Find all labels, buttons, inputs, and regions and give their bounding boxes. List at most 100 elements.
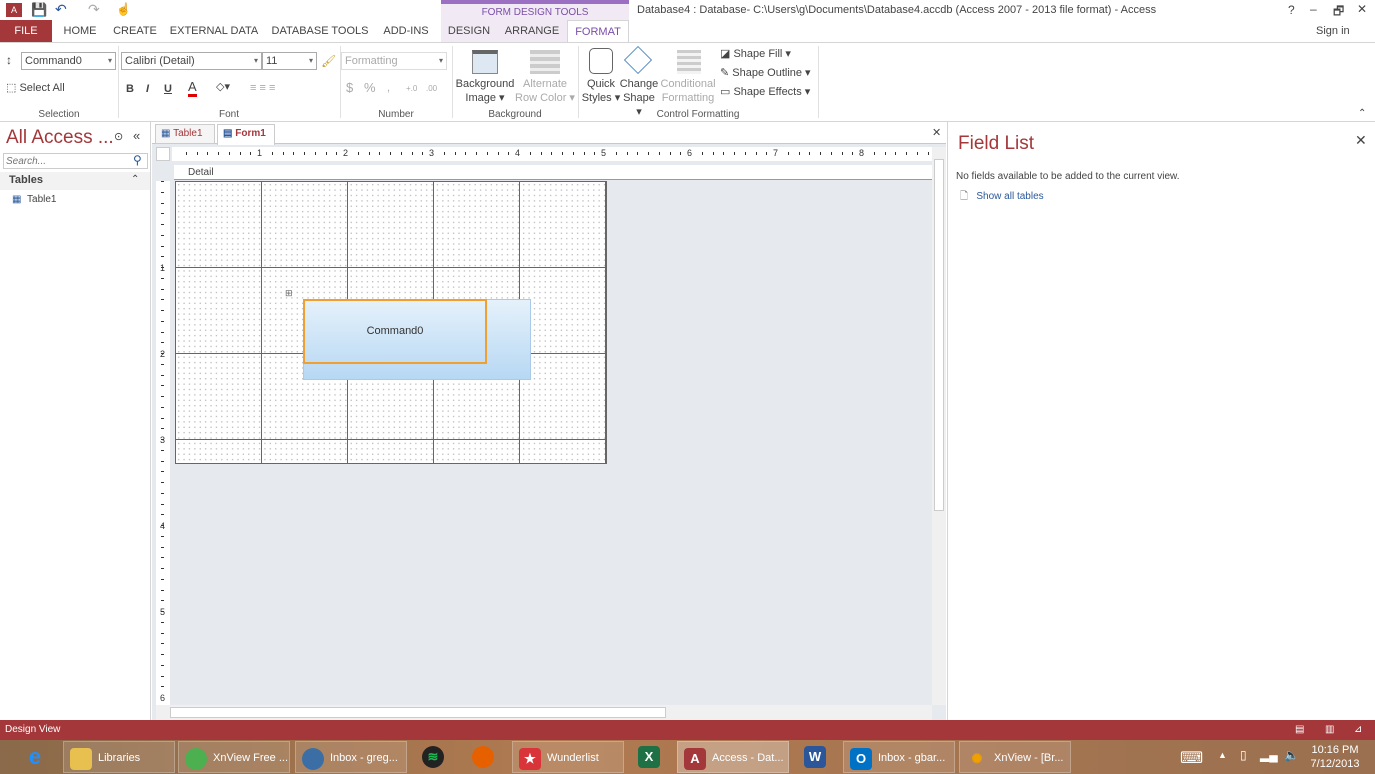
ruler-tick xyxy=(161,600,164,602)
currency-button[interactable]: $ xyxy=(346,81,353,95)
vertical-scrollbar[interactable] xyxy=(932,147,946,705)
keyboard-icon[interactable]: ⌨ xyxy=(1180,748,1203,768)
tab-database-tools[interactable]: DATABASE TOOLS xyxy=(268,20,372,42)
minimize-button[interactable]: – xyxy=(1310,2,1317,16)
label: Show all tables xyxy=(976,191,1044,202)
search-icon[interactable]: ⚲ xyxy=(133,153,142,167)
taskbar-outlook[interactable]: O Inbox - gbar... xyxy=(843,741,955,773)
tab-create[interactable]: CREATE xyxy=(110,20,160,42)
label: Table1 xyxy=(27,194,57,205)
taskbar-wunderlist[interactable]: ★ Wunderlist xyxy=(512,741,624,773)
firefox-icon[interactable] xyxy=(472,746,494,768)
detail-section-bar[interactable]: Detail xyxy=(174,165,932,180)
nav-title[interactable]: All Access ... xyxy=(6,127,114,149)
form-icon: ▤ xyxy=(223,128,233,139)
object-select[interactable]: Command0 xyxy=(21,52,116,70)
nav-menu-icon[interactable]: ⊙ xyxy=(114,130,123,143)
scroll-thumb[interactable] xyxy=(934,159,944,511)
internet-explorer-icon[interactable]: e xyxy=(24,746,46,768)
italic-button[interactable]: I xyxy=(146,82,149,96)
touch-mode-icon[interactable]: ☝ xyxy=(116,2,131,16)
save-icon[interactable]: 💾 xyxy=(31,2,47,18)
comma-button[interactable]: , xyxy=(387,81,390,95)
underline-button[interactable]: U xyxy=(164,82,172,96)
horizontal-ruler[interactable]: 1 2 3 4 5 6 7 8 xyxy=(172,147,1112,161)
taskbar: e Libraries XnView Free ... Inbox - greg… xyxy=(0,740,1375,774)
doc-tab-form1[interactable]: ▤ Form1 xyxy=(217,124,275,145)
ruler-label: 8 xyxy=(859,148,865,158)
conditional-formatting-button[interactable]: Conditional Formatting xyxy=(659,77,717,105)
tab-design[interactable]: DESIGN xyxy=(444,20,494,42)
close-document-icon[interactable]: ✕ xyxy=(932,126,941,139)
ruler-tick xyxy=(734,152,735,155)
align-icons[interactable]: ≡ ≡ ≡ xyxy=(250,81,275,95)
quick-styles-button[interactable]: Quick Styles ▾ xyxy=(580,77,622,105)
ruler-tick xyxy=(161,589,164,591)
format-select[interactable]: Formatting xyxy=(341,52,447,70)
clock[interactable]: 10:16 PM 7/12/2013 xyxy=(1305,743,1365,771)
nav-search-input[interactable] xyxy=(3,153,148,169)
scroll-thumb[interactable] xyxy=(170,707,666,718)
alternate-row-color-button[interactable]: Alternate Row Color ▾ xyxy=(514,77,576,105)
collapse-ribbon-icon[interactable]: ⌃ xyxy=(1358,108,1366,119)
taskbar-xnview[interactable]: ✺ XnView - [Br... xyxy=(959,741,1071,773)
undo-icon[interactable]: ↶ xyxy=(55,1,67,18)
help-button[interactable]: ? xyxy=(1288,3,1295,17)
doc-tab-table1[interactable]: ▦ Table1 xyxy=(155,124,215,144)
layout-view-icon[interactable]: ▥ xyxy=(1325,720,1334,740)
bold-button[interactable]: B xyxy=(126,82,134,96)
tab-add-ins[interactable]: ADD-INS xyxy=(378,20,434,42)
font-color-button[interactable]: A xyxy=(188,80,197,97)
spotify-icon[interactable]: ≋ xyxy=(422,746,444,768)
nav-section-header[interactable]: Tables ⌃ xyxy=(0,172,150,190)
close-button[interactable]: ✕ xyxy=(1357,2,1367,16)
volume-icon[interactable]: 🔈 xyxy=(1284,748,1299,762)
taskbar-thunderbird[interactable]: Inbox - greg... xyxy=(295,741,407,773)
design-view-icon[interactable]: ⊿ xyxy=(1354,720,1362,740)
form-view-icon[interactable]: ▤ xyxy=(1295,720,1304,740)
shape-fill-button[interactable]: ◪ Shape Fill ▾ xyxy=(720,47,791,61)
font-name-select[interactable]: Calibri (Detail) xyxy=(121,52,262,70)
collapse-nav-icon[interactable]: « xyxy=(133,128,140,143)
ruler-label: 5 xyxy=(601,148,607,158)
redo-icon[interactable]: ↷ xyxy=(88,1,100,18)
taskbar-libraries[interactable]: Libraries xyxy=(63,741,175,773)
font-size-select[interactable]: 11 xyxy=(262,52,317,70)
excel-icon[interactable]: X xyxy=(638,746,660,768)
select-all-button[interactable]: ⬚ Select All xyxy=(6,81,65,95)
decrease-decimal-button[interactable]: .00 xyxy=(426,82,437,96)
tab-external-data[interactable]: EXTERNAL DATA xyxy=(168,20,260,42)
horizontal-scrollbar[interactable] xyxy=(156,705,932,720)
background-image-button[interactable]: Background Image ▾ xyxy=(455,77,515,105)
ruler-tick xyxy=(422,152,424,155)
ruler-tick xyxy=(161,331,164,333)
show-hidden-icons[interactable]: ▲ xyxy=(1218,750,1227,760)
ruler-label: 4 xyxy=(515,148,521,158)
increase-decimal-button[interactable]: +.0 xyxy=(406,82,417,96)
fill-color-icon[interactable]: ◇▾ xyxy=(216,80,230,94)
tab-format[interactable]: FORMAT xyxy=(567,20,629,43)
move-handle-icon[interactable]: ⊞ xyxy=(285,288,293,299)
format-painter-icon[interactable]: 🖌 xyxy=(321,54,336,68)
form-selector[interactable] xyxy=(156,147,170,161)
close-field-list-icon[interactable]: ✕ xyxy=(1355,132,1367,149)
percent-button[interactable]: % xyxy=(364,81,376,95)
nav-item-table1[interactable]: ▦ Table1 xyxy=(12,194,56,205)
shape-effects-button[interactable]: ▭ Shape Effects ▾ xyxy=(720,85,810,99)
taskbar-chrome[interactable]: XnView Free ... xyxy=(178,741,290,773)
vertical-ruler[interactable]: 1 2 3 4 5 6 xyxy=(156,181,170,705)
group-label-font: Font xyxy=(218,109,239,120)
tab-file[interactable]: FILE xyxy=(0,20,52,42)
battery-icon[interactable]: ▯ xyxy=(1240,748,1247,762)
field-list-pane: Field List ✕ No fields available to be a… xyxy=(947,122,1375,720)
taskbar-access[interactable]: A Access - Dat... xyxy=(677,741,789,773)
word-icon[interactable]: W xyxy=(804,746,826,768)
ruler-tick xyxy=(594,152,596,155)
command0-button[interactable]: Command0 xyxy=(303,299,487,364)
tab-arrange[interactable]: ARRANGE xyxy=(503,20,561,42)
shape-outline-button[interactable]: ✎ Shape Outline ▾ xyxy=(720,66,811,80)
network-icon[interactable]: ▂▄ xyxy=(1260,748,1278,762)
tab-home[interactable]: HOME xyxy=(58,20,102,42)
window-title: Database4 : Database- C:\Users\g\Documen… xyxy=(637,4,1157,16)
show-all-tables-link[interactable]: 🗋 Show all tables xyxy=(960,189,1044,206)
